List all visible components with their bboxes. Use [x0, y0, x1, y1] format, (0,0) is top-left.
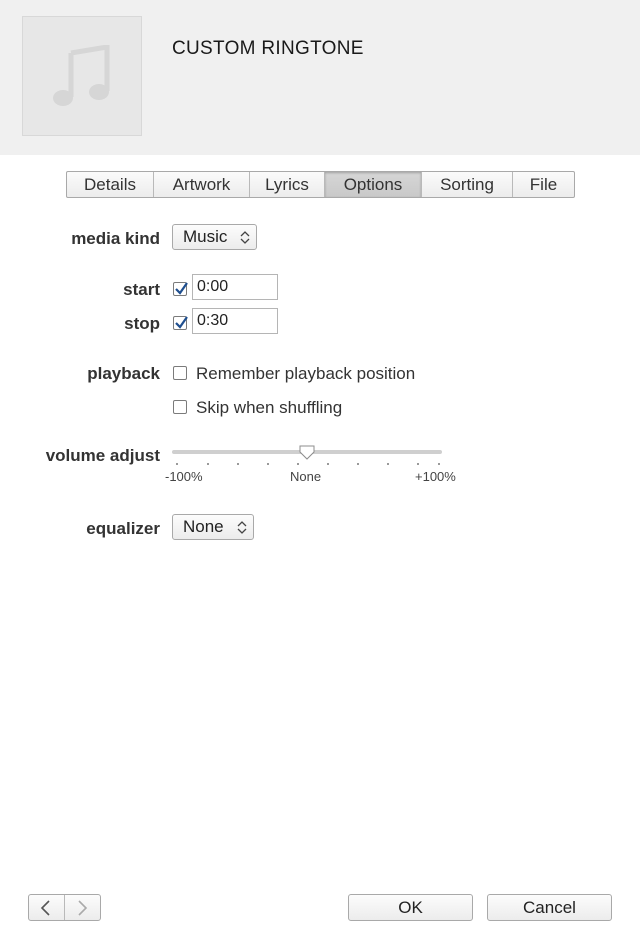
stop-checkbox[interactable]: [173, 316, 188, 330]
header: CUSTOM RINGTONE: [0, 0, 640, 155]
volume-tick: [417, 463, 419, 465]
start-checkbox[interactable]: [173, 282, 188, 296]
media-kind-select[interactable]: Music: [172, 224, 257, 250]
cancel-button[interactable]: Cancel: [487, 894, 612, 921]
up-down-chevron-icon: [237, 521, 247, 534]
artwork-placeholder[interactable]: [22, 16, 142, 136]
media-kind-value: Music: [183, 227, 228, 246]
previous-track-button[interactable]: [29, 895, 65, 920]
checkmark-icon: [175, 282, 188, 295]
track-title: CUSTOM RINGTONE: [172, 38, 364, 59]
remember-position-checkbox[interactable]: [173, 366, 187, 380]
remember-position-label: Remember playback position: [196, 364, 416, 383]
equalizer-select[interactable]: None: [172, 514, 254, 540]
volume-tick: [237, 463, 239, 465]
volume-tick: [387, 463, 389, 465]
start-label: start: [123, 280, 160, 299]
volume-tick: [438, 463, 440, 465]
stop-label: stop: [124, 314, 160, 333]
ok-button[interactable]: OK: [348, 894, 473, 921]
chevron-left-icon: [40, 900, 50, 916]
volume-adjust-label: volume adjust: [45, 446, 160, 465]
skip-shuffling-checkbox[interactable]: [173, 400, 187, 414]
equalizer-value: None: [183, 517, 224, 536]
tab-details[interactable]: Details: [67, 172, 154, 197]
music-note-icon: [53, 45, 110, 106]
tab-lyrics[interactable]: Lyrics: [250, 172, 325, 197]
volume-tick: [207, 463, 209, 465]
tab-options[interactable]: Options: [325, 172, 422, 197]
next-track-button[interactable]: [65, 895, 100, 920]
volume-max-label: +100%: [415, 469, 456, 484]
volume-tick: [267, 463, 269, 465]
tab-bar: Details Artwork Lyrics Options Sorting F…: [66, 171, 575, 198]
media-kind-label: media kind: [71, 229, 160, 248]
volume-slider-knob[interactable]: [298, 444, 316, 462]
volume-min-label: -100%: [165, 469, 203, 484]
tab-artwork[interactable]: Artwork: [154, 172, 250, 197]
playback-label: playback: [87, 364, 160, 383]
tab-file[interactable]: File: [513, 172, 574, 197]
start-time-field[interactable]: [192, 274, 278, 300]
chevron-right-icon: [78, 900, 88, 916]
checkmark-icon: [175, 316, 188, 329]
track-navigation: [28, 894, 101, 921]
volume-mid-label: None: [290, 469, 322, 484]
skip-shuffling-label: Skip when shuffling: [196, 398, 343, 417]
volume-tick: [357, 463, 359, 465]
volume-tick: [297, 463, 299, 465]
up-down-chevron-icon: [240, 231, 250, 244]
volume-tick: [327, 463, 329, 465]
equalizer-label: equalizer: [86, 519, 160, 538]
volume-tick: [176, 463, 178, 465]
stop-time-field[interactable]: [192, 308, 278, 334]
tab-sorting[interactable]: Sorting: [422, 172, 513, 197]
